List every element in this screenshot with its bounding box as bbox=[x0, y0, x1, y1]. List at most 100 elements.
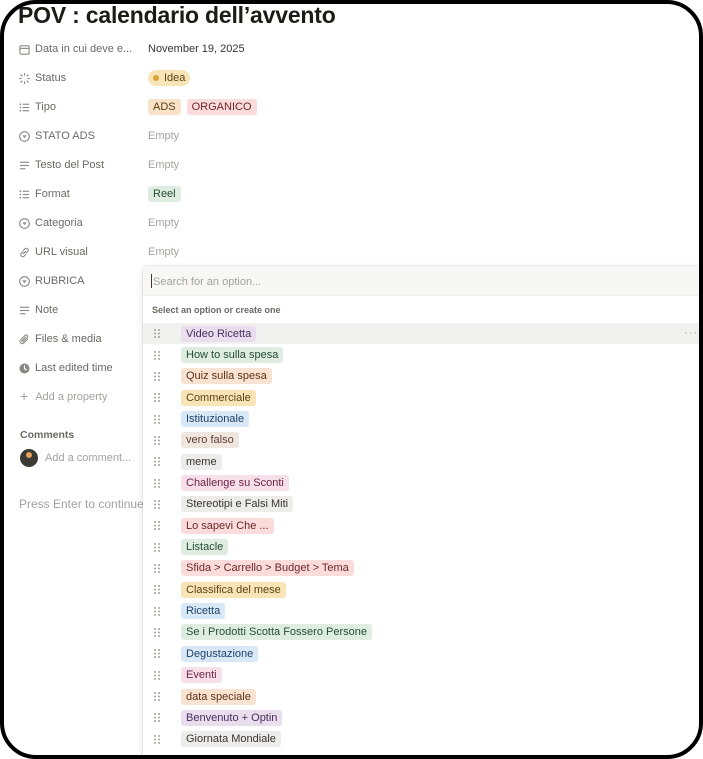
drag-handle-icon[interactable] bbox=[153, 499, 165, 510]
drag-handle-icon[interactable] bbox=[153, 350, 165, 361]
more-options-icon[interactable]: ··· bbox=[684, 327, 698, 339]
property-value[interactable]: Empty bbox=[148, 159, 179, 171]
property-row[interactable]: Tipo ADS ORGANICO bbox=[18, 97, 438, 117]
option-item[interactable]: Ricetta bbox=[143, 600, 703, 621]
property-row[interactable]: Format Reel bbox=[18, 184, 438, 204]
drag-handle-icon[interactable] bbox=[153, 328, 165, 339]
property-label[interactable]: RUBRICA bbox=[18, 275, 148, 288]
drag-handle-icon[interactable] bbox=[153, 435, 165, 446]
property-label-text: RUBRICA bbox=[35, 275, 85, 287]
option-item[interactable]: Degustazione bbox=[143, 643, 703, 664]
option-tag: Sfida > Carrello > Budget > Tema bbox=[181, 560, 354, 577]
tag: ORGANICO bbox=[186, 99, 257, 115]
property-label[interactable]: STATO ADS bbox=[18, 130, 148, 143]
drag-handle-icon[interactable] bbox=[153, 542, 165, 553]
option-item[interactable]: Se i Prodotti Scotta Fossero Persone bbox=[143, 622, 703, 643]
status-badge: Idea bbox=[148, 70, 191, 86]
drag-handle-icon[interactable] bbox=[153, 670, 165, 681]
option-tag: Stereotipi e Falsi Miti bbox=[181, 496, 294, 513]
drag-handle-icon[interactable] bbox=[153, 371, 165, 382]
value-text: November 19, 2025 bbox=[148, 43, 245, 55]
property-label[interactable]: Format bbox=[18, 188, 148, 201]
property-row[interactable]: Data in cui deve e... November 19, 2025 bbox=[18, 39, 438, 59]
option-item[interactable]: Classifica del mese bbox=[143, 579, 703, 600]
property-row[interactable]: Testo del Post Empty bbox=[18, 155, 438, 175]
property-label[interactable]: Testo del Post bbox=[18, 159, 148, 172]
tag-text: Idea bbox=[164, 72, 186, 84]
drag-handle-icon[interactable] bbox=[153, 691, 165, 702]
comment-placeholder[interactable]: Add a comment... bbox=[45, 452, 131, 464]
property-label[interactable]: Files & media bbox=[18, 333, 148, 346]
option-item[interactable]: Video Ricetta ··· bbox=[143, 323, 703, 345]
drag-handle-icon[interactable] bbox=[153, 414, 165, 425]
property-label-text: Files & media bbox=[35, 333, 102, 345]
option-item[interactable]: Eventi bbox=[143, 665, 703, 686]
option-search-box[interactable] bbox=[143, 266, 703, 296]
option-item[interactable]: Istituzionale bbox=[143, 408, 703, 429]
option-tag: Video Ricetta bbox=[181, 325, 257, 342]
property-value[interactable]: Empty bbox=[148, 246, 179, 258]
property-value[interactable]: Empty bbox=[148, 217, 179, 229]
page-title[interactable]: POV : calendario dell’avvento bbox=[18, 2, 336, 29]
option-item[interactable]: meme bbox=[143, 451, 703, 472]
option-tag: Degustazione bbox=[181, 645, 259, 662]
option-item[interactable]: Quiz sulla spesa bbox=[143, 366, 703, 387]
option-item[interactable]: Challenge su Sconti bbox=[143, 472, 703, 493]
text-icon bbox=[19, 306, 30, 314]
property-label[interactable]: Last edited time bbox=[18, 362, 148, 375]
option-item[interactable]: Stereotipi e Falsi Miti bbox=[143, 494, 703, 515]
add-property-button[interactable]: + Add a property bbox=[20, 388, 107, 404]
option-tag: Istituzionale bbox=[181, 411, 250, 428]
option-item[interactable]: Listacle bbox=[143, 536, 703, 557]
property-row[interactable]: URL visual Empty bbox=[18, 242, 438, 262]
drag-handle-icon[interactable] bbox=[153, 648, 165, 659]
drag-handle-icon[interactable] bbox=[153, 627, 165, 638]
drag-handle-icon[interactable] bbox=[153, 584, 165, 595]
empty-value: Empty bbox=[148, 130, 180, 142]
property-label-text: Categoria bbox=[35, 217, 83, 229]
property-label[interactable]: Data in cui deve e... bbox=[18, 43, 148, 56]
paperclip-icon bbox=[19, 333, 29, 344]
property-row[interactable]: STATO ADS Empty bbox=[18, 126, 438, 146]
option-tag: Commerciale bbox=[181, 389, 256, 406]
property-value[interactable]: ADS ORGANICO bbox=[148, 99, 257, 115]
drag-handle-icon[interactable] bbox=[153, 456, 165, 467]
drag-handle-icon[interactable] bbox=[153, 563, 165, 574]
property-label[interactable]: URL visual bbox=[18, 246, 148, 259]
property-row[interactable]: Status Idea bbox=[18, 68, 438, 88]
property-value[interactable]: Empty bbox=[148, 130, 179, 142]
option-item[interactable]: Benvenuto + Optin bbox=[143, 707, 703, 728]
property-label[interactable]: Note bbox=[18, 304, 148, 317]
property-value[interactable]: Idea bbox=[148, 70, 191, 86]
drag-handle-icon[interactable] bbox=[153, 734, 165, 745]
option-item[interactable]: data speciale bbox=[143, 686, 703, 707]
drag-handle-icon[interactable] bbox=[153, 520, 165, 531]
property-value[interactable]: November 19, 2025 bbox=[148, 43, 245, 55]
option-tag: Benvenuto + Optin bbox=[181, 709, 283, 726]
comment-input-row[interactable]: Add a comment... bbox=[20, 449, 131, 467]
option-item[interactable]: Giornata Mondiale bbox=[143, 729, 703, 750]
calendar-icon bbox=[19, 44, 30, 55]
option-item[interactable]: Sfida > Carrello > Budget > Tema bbox=[143, 558, 703, 579]
property-row[interactable]: Categoria Empty bbox=[18, 213, 438, 233]
option-item[interactable]: vero falso bbox=[143, 430, 703, 451]
drag-handle-icon[interactable] bbox=[153, 712, 165, 723]
empty-value: Empty bbox=[148, 246, 180, 258]
option-search-input[interactable] bbox=[151, 273, 675, 291]
drag-handle-icon[interactable] bbox=[153, 392, 165, 403]
property-label[interactable]: Status bbox=[18, 72, 148, 85]
option-tag: meme bbox=[181, 453, 222, 470]
property-label[interactable]: Tipo bbox=[18, 101, 148, 114]
text-caret bbox=[151, 274, 152, 288]
drag-handle-icon[interactable] bbox=[153, 606, 165, 617]
option-tag: Giornata Mondiale bbox=[181, 731, 281, 748]
property-value[interactable]: Reel bbox=[148, 186, 181, 202]
tag: Reel bbox=[148, 186, 181, 202]
option-item[interactable]: Commerciale bbox=[143, 387, 703, 408]
option-item[interactable]: Lo sapevi Che ... bbox=[143, 515, 703, 536]
property-label[interactable]: Categoria bbox=[18, 217, 148, 230]
option-item[interactable]: How to sulla spesa bbox=[143, 344, 703, 365]
property-label-text: Data in cui deve e... bbox=[35, 43, 133, 55]
drag-handle-icon[interactable] bbox=[153, 478, 165, 489]
tag-text: ADS bbox=[153, 101, 176, 113]
